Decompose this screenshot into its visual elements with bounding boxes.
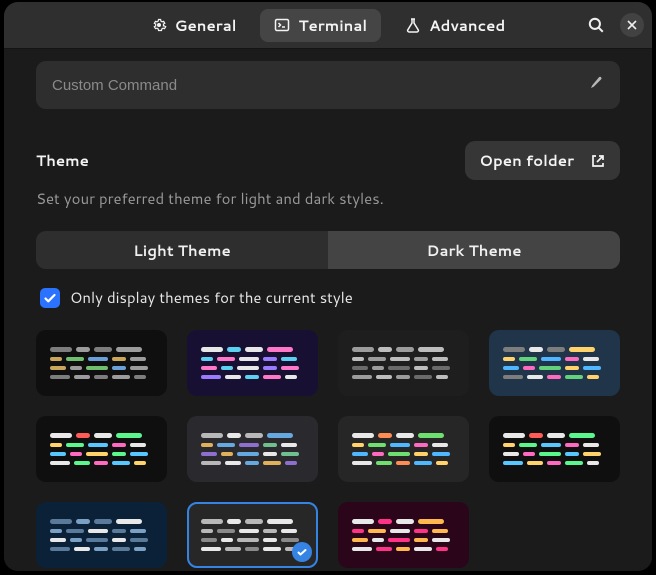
flask-icon bbox=[405, 17, 421, 33]
external-link-icon bbox=[590, 153, 606, 169]
theme-card[interactable] bbox=[36, 502, 167, 568]
header-tabs: General Terminal Advanced bbox=[137, 9, 520, 42]
theme-card[interactable] bbox=[338, 502, 469, 568]
segment-light-label: Light Theme bbox=[133, 240, 231, 261]
theme-card[interactable] bbox=[187, 502, 318, 568]
theme-card[interactable] bbox=[338, 330, 469, 396]
segment-dark-label: Dark Theme bbox=[426, 240, 521, 261]
tab-advanced[interactable]: Advanced bbox=[391, 9, 519, 42]
segment-light[interactable]: Light Theme bbox=[36, 231, 328, 269]
check-icon bbox=[43, 291, 57, 305]
header-bar: General Terminal Advanced bbox=[4, 2, 652, 49]
theme-card[interactable] bbox=[187, 416, 318, 482]
tab-terminal-label: Terminal bbox=[298, 15, 367, 36]
tab-general-label: General bbox=[175, 15, 237, 36]
theme-title: Theme bbox=[36, 150, 89, 171]
theme-style-switcher: Light Theme Dark Theme bbox=[36, 231, 620, 269]
theme-section-header: Theme Open folder bbox=[36, 141, 620, 180]
theme-card[interactable] bbox=[489, 330, 620, 396]
theme-card[interactable] bbox=[36, 416, 167, 482]
open-folder-label: Open folder bbox=[479, 150, 574, 171]
filter-checkbox[interactable] bbox=[40, 288, 60, 308]
close-button[interactable] bbox=[620, 13, 644, 37]
filter-row: Only display themes for the current styl… bbox=[36, 287, 620, 308]
content-area: Theme Open folder Set your preferred the… bbox=[4, 49, 652, 571]
gear-icon bbox=[151, 17, 167, 33]
search-button[interactable] bbox=[584, 13, 608, 37]
theme-card[interactable] bbox=[187, 330, 318, 396]
tab-advanced-label: Advanced bbox=[429, 15, 505, 36]
filter-label: Only display themes for the current styl… bbox=[70, 287, 353, 308]
selected-badge bbox=[292, 542, 312, 562]
themes-grid bbox=[36, 330, 620, 568]
tab-terminal[interactable]: Terminal bbox=[260, 9, 381, 42]
open-folder-button[interactable]: Open folder bbox=[465, 141, 620, 180]
search-icon bbox=[587, 16, 605, 34]
custom-command-row[interactable] bbox=[36, 61, 620, 109]
theme-description: Set your preferred theme for light and d… bbox=[36, 188, 620, 209]
terminal-icon bbox=[274, 17, 290, 33]
header-actions bbox=[584, 13, 644, 37]
preferences-window: General Terminal Advanced bbox=[4, 2, 652, 571]
tab-general[interactable]: General bbox=[137, 9, 251, 42]
close-icon bbox=[627, 20, 637, 30]
theme-card[interactable] bbox=[338, 416, 469, 482]
edit-icon[interactable] bbox=[588, 74, 604, 97]
custom-command-input[interactable] bbox=[52, 77, 578, 94]
segment-dark[interactable]: Dark Theme bbox=[328, 231, 620, 269]
theme-card[interactable] bbox=[36, 330, 167, 396]
theme-card[interactable] bbox=[489, 416, 620, 482]
